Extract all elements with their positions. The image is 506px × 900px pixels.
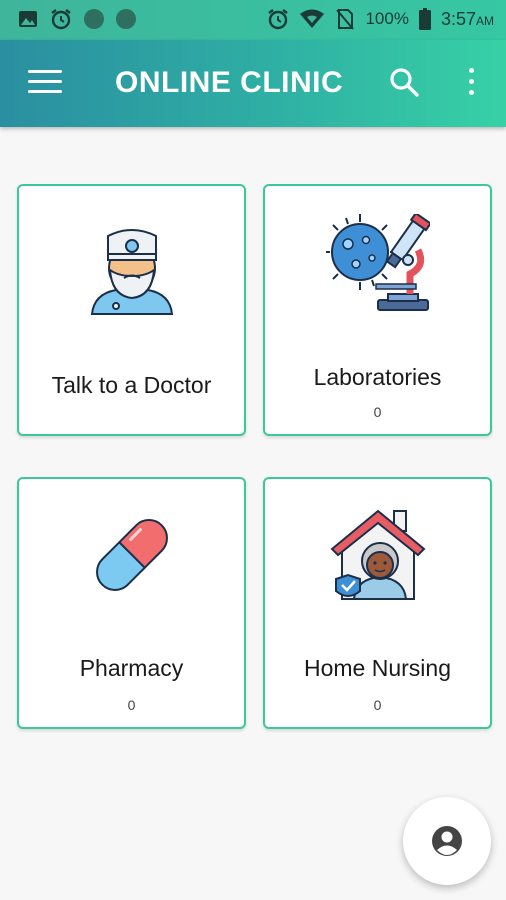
card-count: 0: [373, 697, 382, 713]
image-icon: [19, 11, 37, 27]
profile-fab-button[interactable]: [403, 797, 491, 885]
app-bar: ONLINE CLINIC: [0, 40, 506, 127]
card-pharmacy[interactable]: Pharmacy 0: [17, 477, 246, 729]
menu-icon: [28, 70, 62, 73]
card-count: 0: [373, 404, 382, 420]
app-title: ONLINE CLINIC: [115, 66, 344, 99]
wifi-icon: [300, 9, 325, 28]
more-vert-icon: [468, 68, 474, 73]
house-nurse-icon: [330, 509, 425, 600]
pill-capsule-icon: [95, 519, 168, 591]
notification-dot-icon: [116, 9, 136, 29]
card-talk-to-doctor[interactable]: Talk to a Doctor: [17, 184, 246, 436]
search-icon: [390, 68, 419, 97]
status-bar-right: 100% 3:57AM: [267, 8, 494, 30]
no-sim-icon: [336, 9, 355, 30]
notification-dot-icon: [84, 9, 104, 29]
card-label: Pharmacy: [79, 655, 184, 681]
card-home-nursing[interactable]: Home Nursing 0: [263, 477, 492, 729]
status-bar: 100% 3:57AM: [0, 0, 506, 40]
card-laboratories[interactable]: Laboratories 0: [263, 184, 492, 436]
doctor-icon: [90, 229, 173, 315]
microscope-virus-icon: [325, 214, 430, 311]
more-options-button[interactable]: [462, 68, 480, 98]
account-circle-icon: [432, 826, 462, 856]
card-label: Laboratories: [313, 364, 442, 390]
clock-am-pm: AM: [476, 13, 494, 28]
battery-percent: 100%: [365, 9, 409, 28]
clock-time: 3:57: [440, 8, 476, 29]
alarm-icon: [51, 9, 71, 30]
clock: 3:57AM: [441, 9, 494, 30]
status-bar-left: [18, 8, 136, 30]
card-label: Home Nursing: [304, 655, 451, 681]
alarm-icon: [268, 9, 289, 30]
card-label: Talk to a Doctor: [51, 372, 212, 398]
search-button[interactable]: [388, 66, 420, 98]
menu-button[interactable]: [28, 70, 62, 94]
battery-icon: [418, 8, 431, 30]
card-count: 0: [127, 697, 136, 713]
